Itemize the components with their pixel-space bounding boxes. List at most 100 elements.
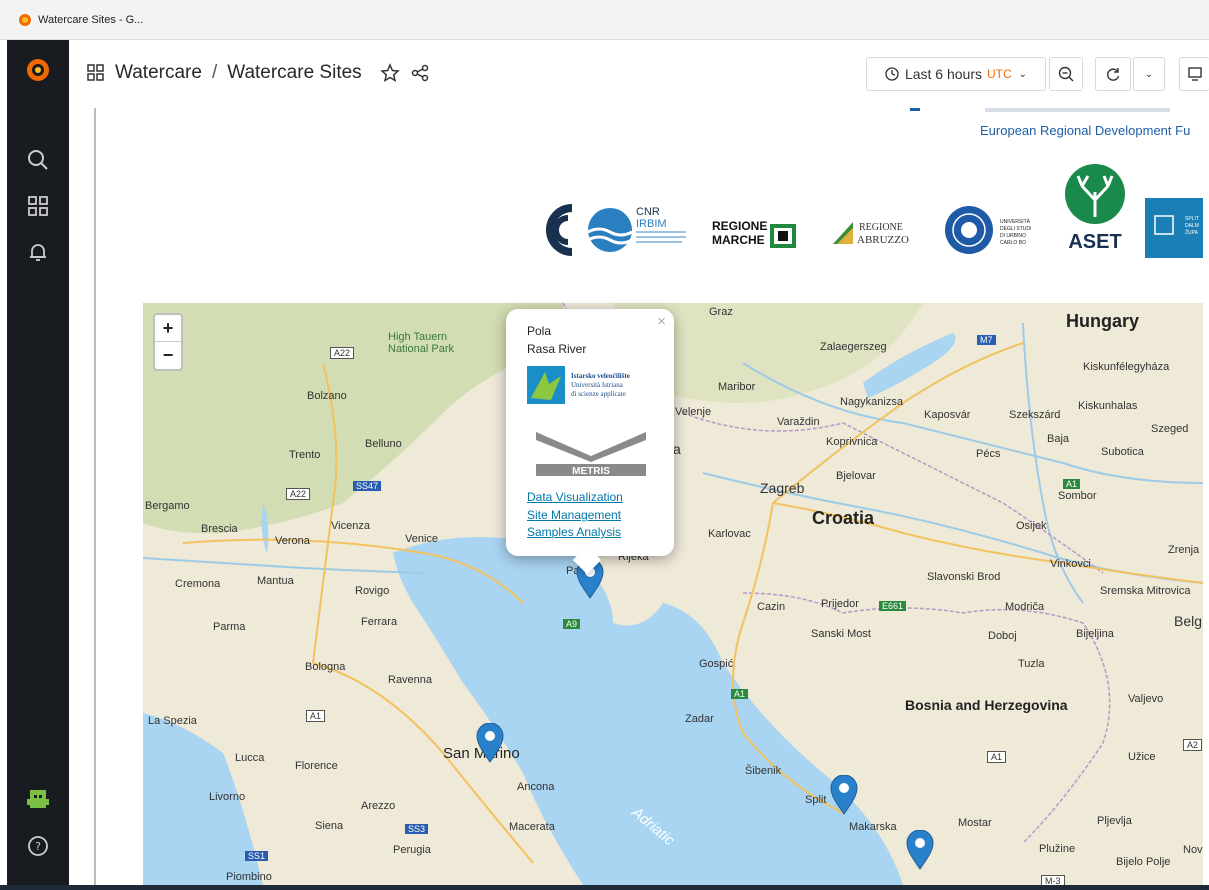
site-marker-makarska[interactable] [906, 830, 934, 870]
map-place-label: Modriča [1005, 601, 1045, 613]
samples-analysis-link[interactable]: Samples Analysis [527, 525, 621, 539]
map-place-label: Koprivnica [826, 436, 878, 448]
map-place-label: Bijeljina [1076, 628, 1114, 640]
dashboards-icon [87, 64, 104, 81]
map-place-label: Bjelovar [836, 470, 876, 482]
breadcrumb: Watercare / Watercare Sites [87, 62, 430, 84]
map-place-label: Baja [1047, 433, 1070, 445]
map-place-label: Valjevo [1128, 693, 1164, 705]
map-place-label: Arezzo [361, 800, 396, 812]
map-place-label: Rovigo [355, 585, 390, 597]
irbim-text: IRBIM [636, 218, 667, 230]
map-place-label: Livorno [209, 791, 246, 803]
map-place-label: Graz [709, 306, 733, 318]
map-place-label: Zadar [685, 713, 714, 725]
map-place-label: Zrenja [1168, 544, 1200, 556]
monitor-icon [1187, 67, 1202, 81]
metris-text: METRIS [572, 466, 610, 477]
map-place-label: Tuzla [1018, 658, 1045, 670]
map-place-label: Sremska Mitrovica [1100, 585, 1191, 597]
aset-text: ASET [1068, 231, 1121, 253]
dashboard-title[interactable]: Watercare Sites [227, 62, 361, 84]
popup-site-name: Pola [527, 324, 552, 338]
map-place-label: Brescia [201, 523, 238, 535]
map-place-label: Vinkovci [1050, 558, 1091, 570]
map-place-label: Bolzano [307, 390, 347, 402]
metris-logo: METRIS [536, 432, 646, 477]
dashboards-icon[interactable] [7, 186, 69, 226]
map-place-label: Karlovac [708, 528, 751, 540]
map-road-shield: E661 [879, 601, 907, 611]
zoom-in-button[interactable]: + [155, 315, 181, 342]
star-icon[interactable] [379, 63, 400, 83]
site-marker-split[interactable] [830, 775, 858, 815]
map-place-label: Pécs [976, 448, 1001, 460]
alert-bell-icon[interactable] [7, 232, 69, 272]
refresh-interval-dropdown[interactable]: ⌄ [1133, 57, 1165, 91]
site-management-link[interactable]: Site Management [527, 508, 621, 522]
taskbar-strip [0, 885, 1209, 890]
map-road-shield: A1 [731, 689, 749, 699]
map-road-shield: SS3 [405, 824, 429, 834]
user-avatar-icon[interactable] [7, 780, 69, 820]
map-road-shield: M7 [977, 335, 996, 345]
cnr-irbim-logo: CNR IRBIM [546, 204, 686, 256]
refresh-button[interactable] [1095, 57, 1131, 91]
split-line3: ŽUPA [1185, 228, 1199, 236]
abruzzo-text: ABRUZZO [857, 234, 909, 246]
search-icon[interactable] [7, 140, 69, 180]
map-place-label: Siena [315, 820, 344, 832]
map-place-label: Sombor [1058, 490, 1097, 502]
time-range-picker[interactable]: Last 6 hours UTC ⌄ [866, 57, 1046, 91]
site-marker-san-marino[interactable] [476, 723, 504, 763]
popup-site-subtitle: Rasa River [527, 342, 587, 356]
zoom-out-button[interactable]: − [155, 342, 181, 369]
split-line1: SPLIT [1185, 216, 1199, 222]
map-road-shield: A2 [1183, 739, 1203, 751]
map-place-label: Makarska [849, 821, 897, 833]
map-place-label: Vicenza [331, 520, 370, 532]
chevron-down-icon: ⌄ [1018, 68, 1028, 80]
map-place-label: Doboj [988, 630, 1017, 642]
split-line2: DALM [1185, 223, 1199, 229]
map-road-shield: A1 [1063, 479, 1081, 489]
view-mode-button[interactable] [1179, 57, 1209, 91]
map-place-label: Nagykanizsa [840, 396, 903, 408]
map-road-shield: A1 [306, 710, 326, 722]
map-place-label: Belg [1174, 613, 1203, 629]
map-road-shield: SS47 [353, 481, 382, 491]
grafana-logo-icon[interactable] [7, 50, 69, 90]
map-place-label: Bijelo Polje [1116, 856, 1171, 868]
browser-titlebar: Watercare Sites - G... [0, 0, 1209, 40]
map-place-label: Bergamo [145, 500, 190, 512]
map-place-label: Ferrara [361, 616, 398, 628]
map-place-label: Szekszárd [1009, 409, 1061, 421]
map-place-label: Slavonski Brod [927, 571, 1001, 583]
browser-tab-title[interactable]: Watercare Sites - G... [38, 14, 143, 26]
map-place-label: Macerata [509, 821, 555, 833]
logo-line1: Istarsko veleučilište [571, 372, 630, 380]
map-place-label: High Tauern National Park [388, 331, 455, 355]
regione-abruzzo-logo: REGIONE ABRUZZO [833, 222, 909, 246]
popup-close-button[interactable]: × [657, 313, 666, 330]
map-road-shield: A1 [987, 751, 1007, 763]
split-dalmatia-logo: SPLIT DALM ŽUPA [1145, 198, 1203, 258]
breadcrumb-folder[interactable]: Watercare [115, 62, 202, 84]
aset-logo: ASET [1065, 164, 1125, 253]
map-place-label: Verona [275, 535, 310, 547]
map-road-shield: A9 [563, 619, 581, 629]
data-visualization-link[interactable]: Data Visualization [527, 490, 623, 504]
zoom-out-time-button[interactable] [1049, 57, 1083, 91]
map-place-label: Belluno [365, 438, 402, 450]
map-place-label: Perugia [393, 844, 431, 856]
map-country-label: Hungary [1066, 311, 1140, 331]
help-icon[interactable]: ? [7, 826, 69, 866]
logo-line2: Università Istriana [571, 381, 624, 389]
map-country-label: Croatia [812, 508, 875, 528]
share-icon[interactable] [410, 63, 430, 83]
map-place-label: Cremona [175, 578, 221, 590]
map-place-label: Piombino [226, 871, 272, 883]
urbino-line2: DEGLI STUDI [1000, 226, 1031, 232]
map-road-shield: A22 [286, 488, 311, 500]
map-place-label: Gospić [699, 658, 734, 670]
